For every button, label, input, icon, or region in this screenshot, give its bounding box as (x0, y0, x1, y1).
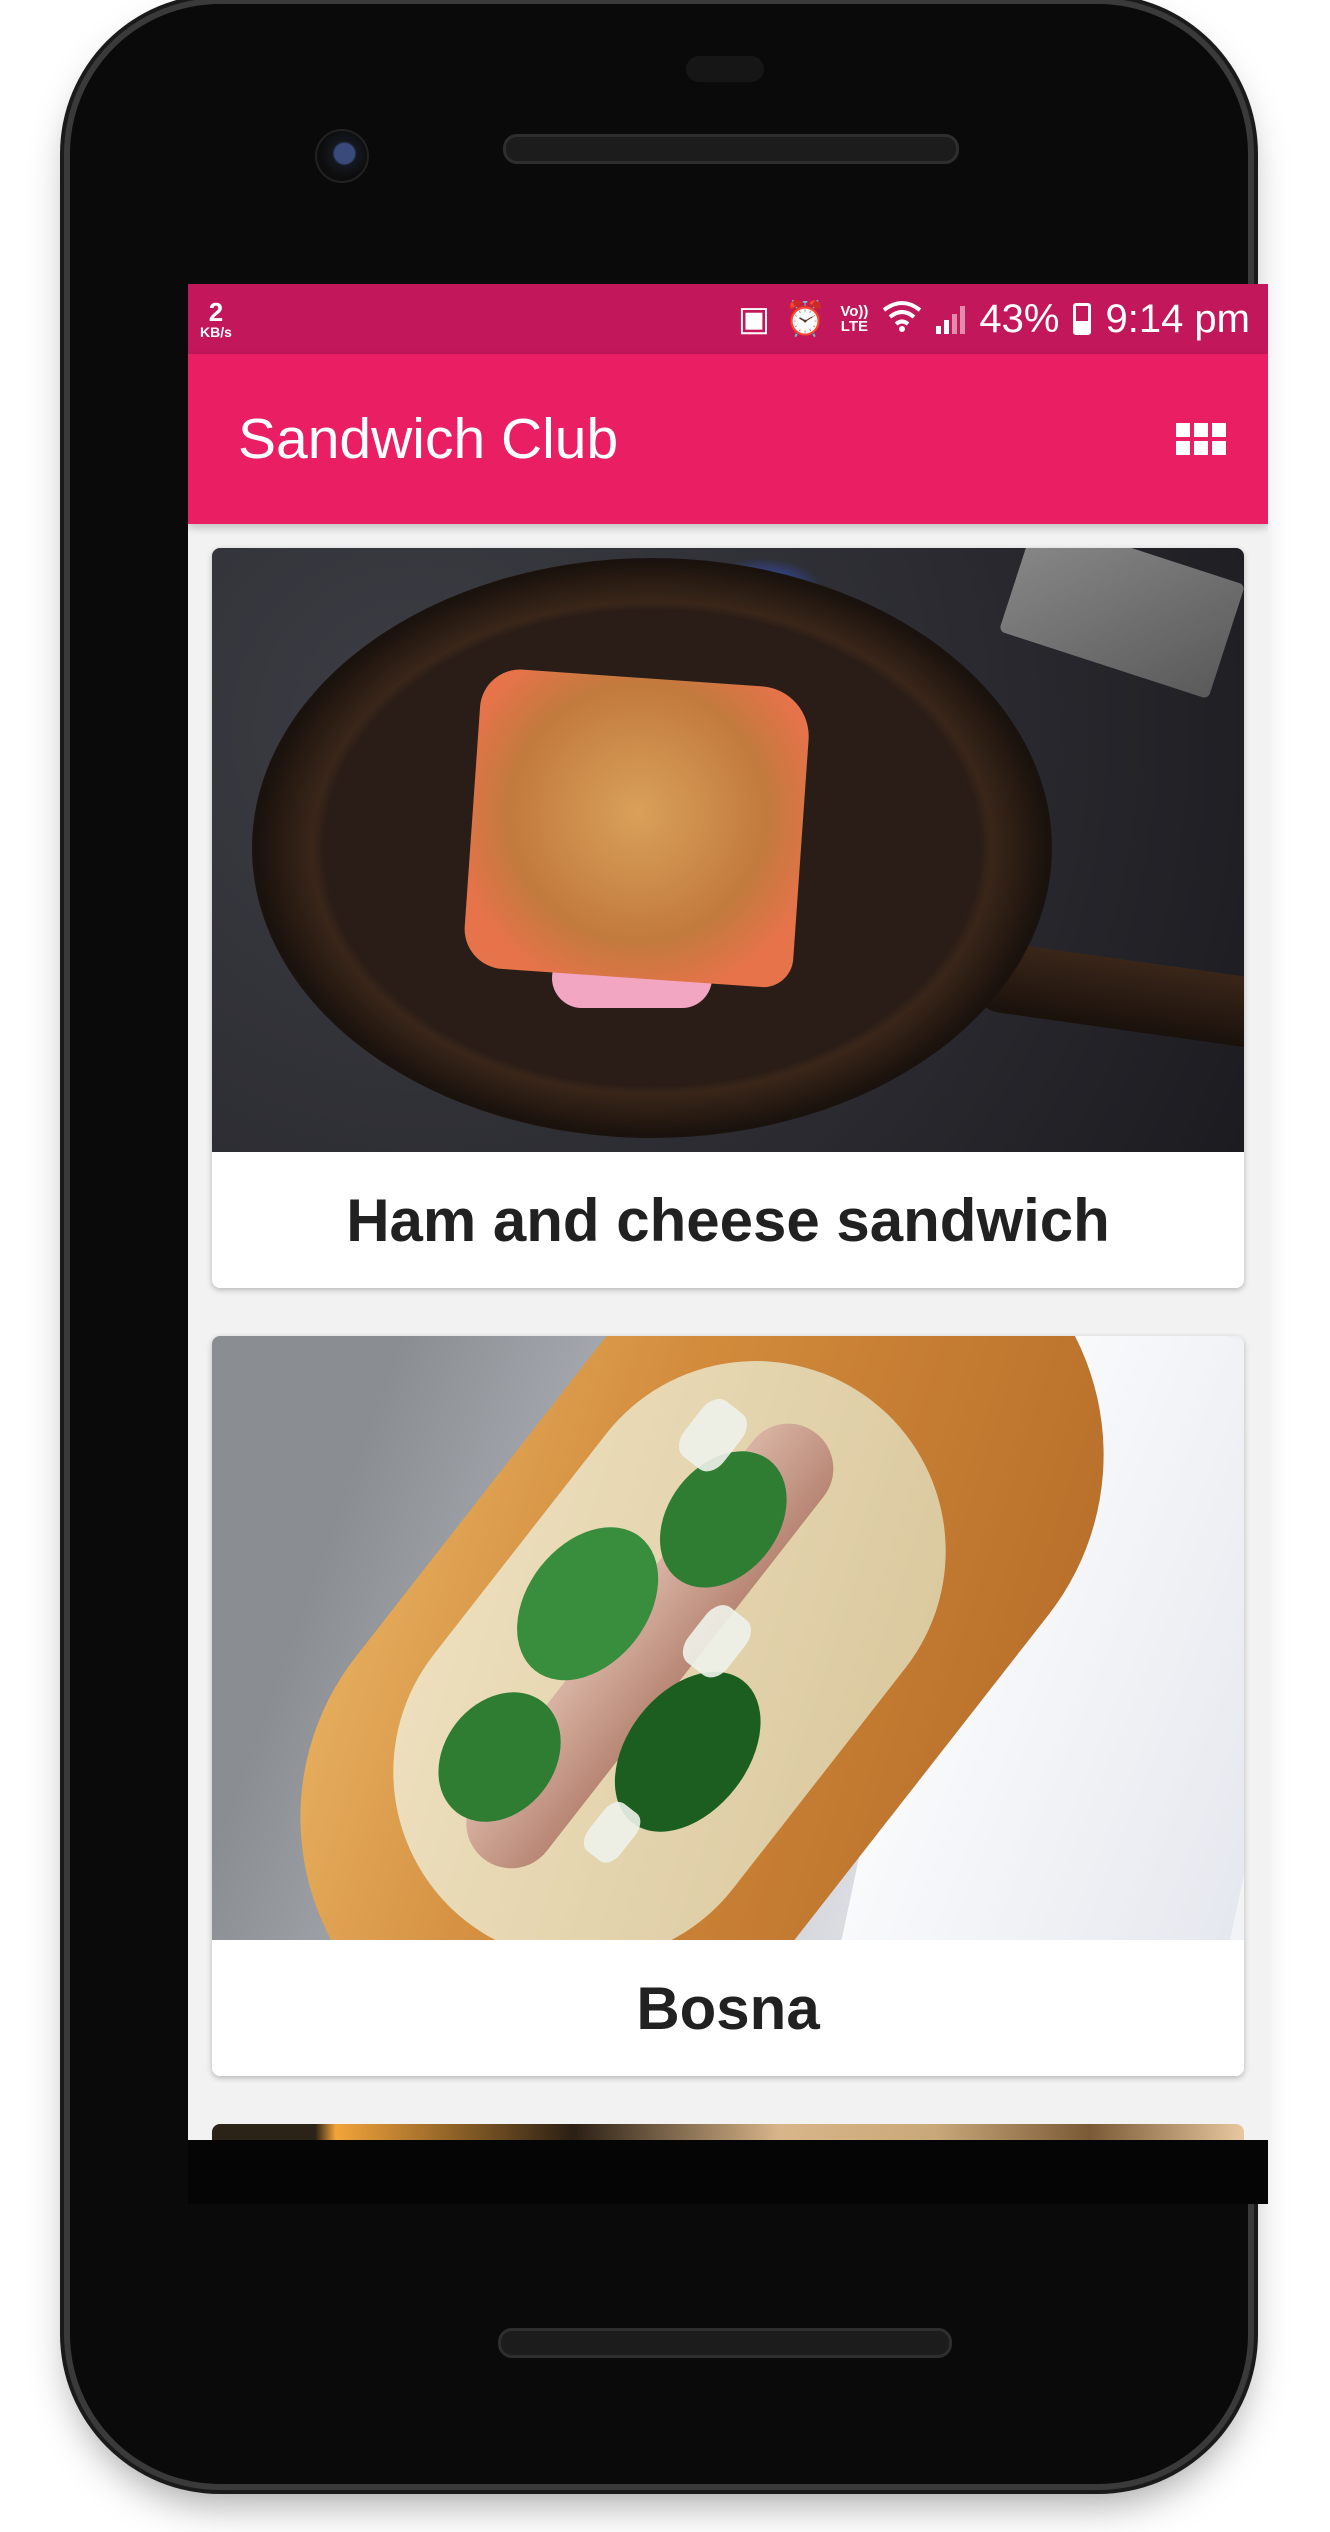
wifi-icon (882, 300, 922, 338)
battery-icon (1073, 303, 1092, 335)
sandwich-name: Ham and cheese sandwich (346, 1186, 1110, 1254)
grid-view-icon[interactable] (1176, 423, 1226, 455)
status-bar: 2 KB/s ▣ ⏰ Vo)) LTE 43% 9:14 pm (188, 284, 1268, 354)
sandwich-list[interactable]: Ham and cheese sandwich Bosna (188, 524, 1268, 2204)
network-speed-unit: KB/s (200, 324, 232, 340)
app-title: Sandwich Club (238, 407, 619, 471)
sandwich-name: Bosna (636, 1974, 820, 2042)
network-speed-value: 2 (208, 297, 224, 327)
phone-frame: 2 KB/s ▣ ⏰ Vo)) LTE 43% 9:14 pm Sandwich… (70, 4, 1268, 2484)
status-icons: ▣ ⏰ Vo)) LTE 43% 9:14 pm (738, 297, 1250, 342)
battery-percent: 43% (979, 296, 1060, 341)
cell-signal-icon (936, 304, 966, 334)
battery-saver-icon: ▣ (737, 300, 771, 338)
lte-label: LTE (840, 318, 868, 335)
sandwich-image (212, 1336, 1244, 1940)
clock-time: 9:14 pm (1105, 296, 1250, 341)
app-bar: Sandwich Club (188, 354, 1268, 524)
alarm-clock-icon: ⏰ (784, 300, 827, 338)
network-speed-indicator: 2 KB/s (200, 299, 232, 339)
spatula (998, 548, 1244, 700)
sandwich-card[interactable]: Ham and cheese sandwich (212, 548, 1244, 1288)
screen-bottom-edge (188, 2140, 1268, 2204)
sandwich-card[interactable]: Bosna (212, 1336, 1244, 2076)
volte-indicator: Vo)) LTE (840, 304, 868, 334)
front-camera (315, 129, 369, 183)
proximity-sensor (686, 56, 764, 82)
bottom-speaker (498, 2328, 952, 2358)
toasted-bread (461, 666, 813, 990)
sandwich-image (212, 548, 1244, 1152)
earpiece-speaker (503, 134, 959, 164)
screen: 2 KB/s ▣ ⏰ Vo)) LTE 43% 9:14 pm Sandwich… (188, 284, 1268, 2204)
